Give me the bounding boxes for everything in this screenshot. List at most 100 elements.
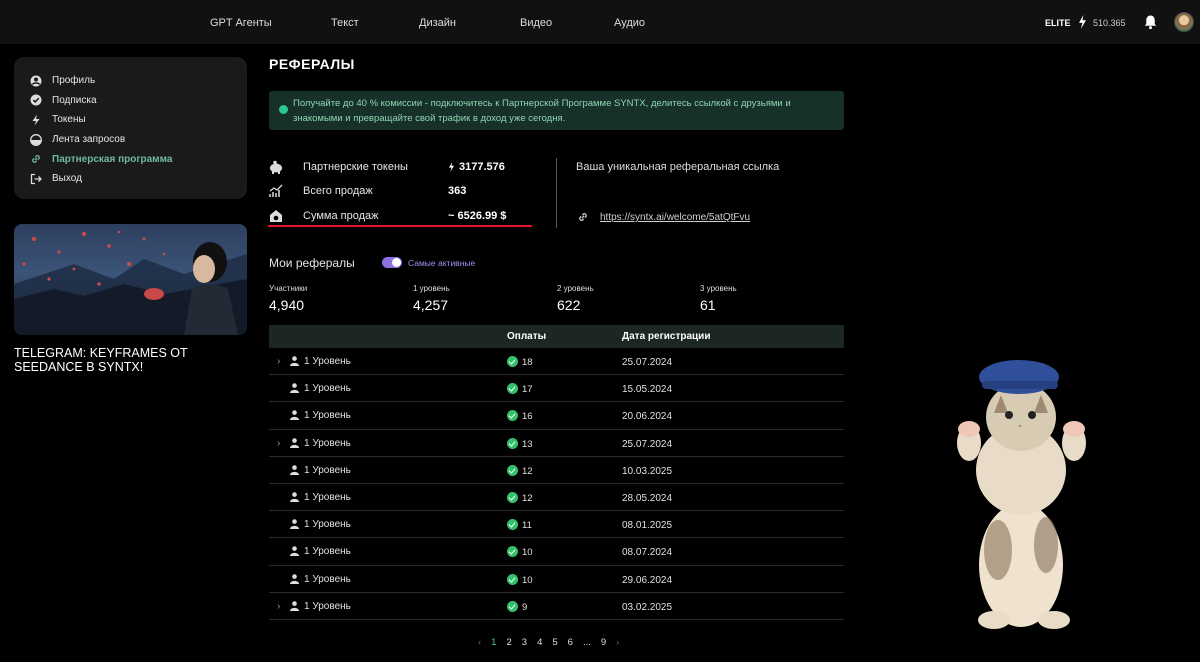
registration-date: 25.07.2024 xyxy=(622,438,673,450)
table-row[interactable]: 1 Уровень 12 28.05.2024 xyxy=(269,484,844,512)
user-icon xyxy=(290,410,299,421)
chevron-right-icon[interactable]: › xyxy=(277,601,280,612)
page-5[interactable]: 5 xyxy=(552,637,557,648)
page-3[interactable]: 3 xyxy=(522,637,527,648)
promo-title[interactable]: TELEGRAM: KEYFRAMES ОТ SEEDANCE В SYNTX! xyxy=(14,346,247,374)
metric-label: 2 уровень xyxy=(557,284,594,293)
sidebar-item-partner-program[interactable]: Партнерская программа xyxy=(14,149,247,169)
link-icon xyxy=(579,213,587,221)
stat-value: 363 xyxy=(448,185,467,197)
highlight-underline xyxy=(268,225,532,227)
registration-date: 28.05.2024 xyxy=(622,492,673,504)
link-icon xyxy=(32,155,40,164)
check-circle-icon xyxy=(507,546,518,558)
page-title: РЕФЕРАЛЫ xyxy=(269,56,355,72)
piggy-bank-icon xyxy=(270,160,282,174)
prev-page-icon[interactable]: ‹ xyxy=(478,637,481,648)
feed-icon xyxy=(30,133,42,146)
metric-level-1: 1 уровень 4,257 xyxy=(413,284,450,313)
metric-label: Участники xyxy=(269,284,308,293)
page-1[interactable]: 1 xyxy=(491,637,496,648)
payments-count: 17 xyxy=(522,384,533,396)
most-active-toggle[interactable] xyxy=(382,257,402,268)
notice-text: Получайте до 40 % комиссии - подключитес… xyxy=(293,98,791,124)
bolt-icon xyxy=(1079,15,1086,29)
nav-audio[interactable]: Аудио xyxy=(614,17,645,29)
referral-level: 1 Уровень xyxy=(304,573,351,585)
user-icon xyxy=(290,519,299,530)
page-ellipsis: ... xyxy=(582,637,591,648)
check-circle-icon xyxy=(507,573,518,585)
metric-value: 4,257 xyxy=(413,297,449,313)
table-row[interactable]: 1 Уровень 10 29.06.2024 xyxy=(269,566,844,593)
referral-level: 1 Уровень xyxy=(304,491,351,503)
check-circle-icon xyxy=(507,464,518,476)
check-circle-icon xyxy=(279,105,288,114)
check-circle-icon xyxy=(507,356,518,367)
stat-label: Партнерские токены xyxy=(303,161,408,173)
commission-notice: Получайте до 40 % комиссии - подключитес… xyxy=(269,91,844,130)
table-row[interactable]: 1 Уровень 17 15.05.2024 xyxy=(269,375,844,403)
nav-video[interactable]: Видео xyxy=(520,17,552,29)
table-row[interactable]: › 1 Уровень 9 03.02.2025 xyxy=(269,593,844,620)
nav-text[interactable]: Текст xyxy=(331,17,359,29)
table-header: Оплаты Дата регистрации xyxy=(269,325,844,348)
page-6[interactable]: 6 xyxy=(568,637,573,648)
payments-count: 13 xyxy=(522,438,533,450)
metric-label: 3 уровень xyxy=(700,284,737,293)
chevron-right-icon[interactable]: › xyxy=(277,438,280,449)
sidebar-item-profile[interactable]: Профиль xyxy=(14,71,247,91)
registration-date: 08.07.2024 xyxy=(622,547,673,559)
sidebar-menu: Профиль Подписка Токены Лента запросов П… xyxy=(14,57,247,199)
stat-label: Всего продаж xyxy=(303,185,373,197)
stat-value: 3177.576 xyxy=(459,161,505,173)
user-icon xyxy=(290,492,299,502)
referral-link[interactable]: https://syntx.ai/welcome/5atQtFvu xyxy=(600,212,750,223)
table-row[interactable]: › 1 Уровень 18 25.07.2024 xyxy=(269,348,844,376)
user-icon xyxy=(290,465,299,475)
sidebar-item-feed[interactable]: Лента запросов xyxy=(14,130,247,150)
sidebar-item-label: Подписка xyxy=(52,94,97,106)
metric-value: 61 xyxy=(700,297,716,313)
registration-date: 29.06.2024 xyxy=(622,574,673,586)
chart-up-icon xyxy=(269,184,283,197)
page-2[interactable]: 2 xyxy=(506,637,511,648)
table-row[interactable]: 1 Уровень 10 08.07.2024 xyxy=(269,538,844,566)
table-row[interactable]: 1 Уровень 16 20.06.2024 xyxy=(269,402,844,430)
registration-date: 25.07.2024 xyxy=(622,357,673,368)
header-registration-date: Дата регистрации xyxy=(622,331,711,342)
metric-participants: Участники 4,940 xyxy=(269,284,307,313)
sidebar-item-tokens[interactable]: Токены xyxy=(14,110,247,130)
table-row[interactable]: 1 Уровень 12 10.03.2025 xyxy=(269,457,844,484)
avatar[interactable] xyxy=(1174,12,1194,32)
check-circle-icon xyxy=(507,519,518,531)
sidebar-item-logout[interactable]: Выход xyxy=(14,169,247,189)
table-row[interactable]: › 1 Уровень 13 25.07.2024 xyxy=(269,430,844,457)
user-icon xyxy=(290,383,299,394)
chevron-right-icon[interactable]: › xyxy=(277,356,280,367)
stat-partner-tokens: Партнерские токены 3177.576 xyxy=(269,155,534,179)
check-circle-icon xyxy=(507,491,518,503)
bell-icon[interactable] xyxy=(1143,14,1158,30)
promo-banner-image[interactable] xyxy=(14,224,247,335)
divider xyxy=(556,158,557,228)
next-page-icon[interactable]: › xyxy=(616,637,619,648)
nav-gpt-agents[interactable]: GPT Агенты xyxy=(210,17,272,29)
check-circle-icon xyxy=(507,383,518,395)
page-9[interactable]: 9 xyxy=(601,637,606,648)
referral-level: 1 Уровень xyxy=(304,383,351,395)
check-circle-icon xyxy=(507,437,518,449)
stat-total-sales: Всего продаж 363 xyxy=(269,179,534,203)
page-4[interactable]: 4 xyxy=(537,637,542,648)
toggle-label: Самые активные xyxy=(408,258,476,268)
money-house-icon xyxy=(270,210,282,222)
nav-design[interactable]: Дизайн xyxy=(419,17,456,29)
table-row[interactable]: 1 Уровень 11 08.01.2025 xyxy=(269,511,844,539)
metric-level-3: 3 уровень 61 xyxy=(700,284,737,313)
sidebar-item-label: Выход xyxy=(52,173,82,185)
top-navigation: GPT Агенты Текст Дизайн Видео Аудио ELIT… xyxy=(0,0,1200,44)
sidebar-item-subscription[interactable]: Подписка xyxy=(14,91,247,111)
sidebar-item-label: Лента запросов xyxy=(52,134,126,146)
payments-count: 10 xyxy=(522,547,533,559)
referral-link-label: Ваша уникальная реферальная ссылка xyxy=(576,161,780,173)
